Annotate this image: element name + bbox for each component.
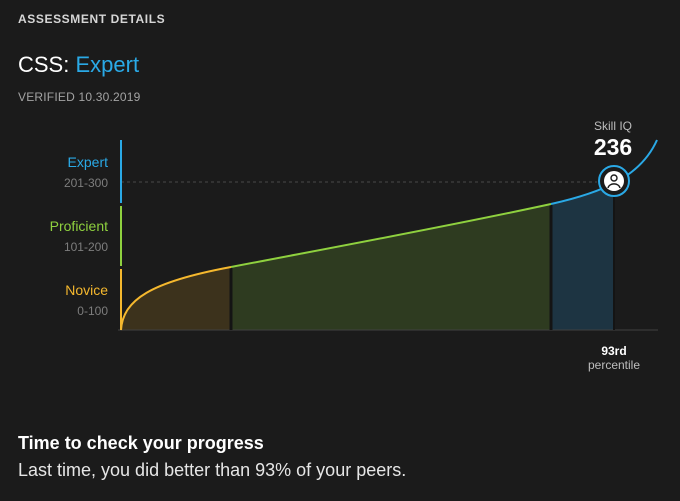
skill-iq-value: 236 (594, 134, 632, 160)
skill-iq-chart: Expert 201-300 Proficient 101-200 Novice… (50, 119, 658, 372)
expert-region (551, 184, 614, 330)
novice-label: Novice (65, 282, 108, 298)
progress-message: Last time, you did better than 93% of yo… (18, 460, 407, 480)
proficient-range: 101-200 (64, 240, 108, 254)
percentile-label: percentile (588, 358, 640, 372)
skill-iq-label: Skill IQ (594, 119, 632, 133)
expert-range: 201-300 (64, 176, 108, 190)
percentile-value: 93rd (601, 344, 626, 358)
user-avatar-icon (598, 165, 630, 197)
progress-heading: Time to check your progress (18, 433, 264, 453)
novice-range: 0-100 (77, 304, 108, 318)
proficient-region (231, 204, 551, 330)
expert-label: Expert (68, 154, 109, 170)
proficient-label: Proficient (50, 218, 108, 234)
